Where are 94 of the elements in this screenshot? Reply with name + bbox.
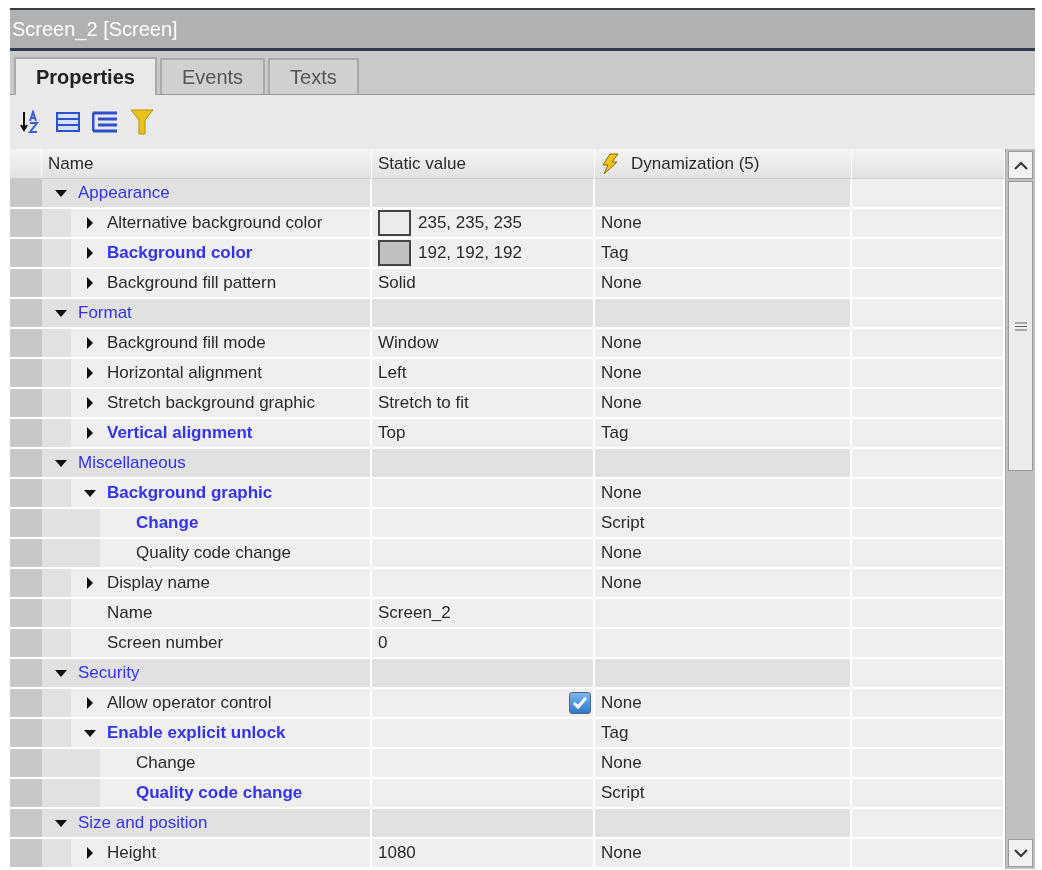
property-name: Quality code change xyxy=(136,542,291,565)
property-name: Stretch background graphic xyxy=(107,392,315,415)
column-header[interactable]: Static value xyxy=(372,149,595,179)
table-cell: Tag xyxy=(595,239,852,269)
row-header[interactable] xyxy=(10,389,42,419)
column-header[interactable]: Dynamization (5) xyxy=(595,149,852,179)
property-name: Allow operator control xyxy=(107,692,272,715)
row-header[interactable] xyxy=(10,209,42,239)
static-value: 192, 192, 192 xyxy=(418,242,522,265)
panel-icon[interactable] xyxy=(56,112,80,132)
table-cell: None xyxy=(595,359,852,389)
property-name: Screen number xyxy=(107,632,224,655)
category-label: Security xyxy=(78,662,140,685)
table-cell: Script xyxy=(595,779,852,809)
color-swatch[interactable] xyxy=(378,240,411,266)
row-header[interactable] xyxy=(10,419,42,449)
property-name: Background fill pattern xyxy=(107,272,277,295)
table-cell: None xyxy=(595,749,852,779)
property-name: Name xyxy=(107,602,153,625)
row-header[interactable] xyxy=(10,539,42,569)
property-name: Horizontal alignment xyxy=(107,362,262,385)
list-icon[interactable] xyxy=(92,111,118,133)
lightning-icon xyxy=(601,152,619,175)
table-cell: Tag xyxy=(595,419,852,449)
property-name: Display name xyxy=(107,572,210,595)
row-header[interactable] xyxy=(10,329,42,359)
property-name: Quality code change xyxy=(136,782,303,805)
category-label: Miscellaneous xyxy=(78,452,186,475)
table-cell: None xyxy=(595,269,852,299)
property-name: Change xyxy=(136,512,199,535)
table-cell: None xyxy=(595,569,852,599)
row-header[interactable] xyxy=(10,599,42,629)
row-header[interactable] xyxy=(10,449,42,479)
property-name: Vertical alignment xyxy=(107,422,253,445)
row-header[interactable] xyxy=(10,239,42,269)
table-cell: None xyxy=(595,839,852,869)
property-name: Background color xyxy=(107,242,253,265)
corner-header xyxy=(10,149,42,179)
chevron-up-icon xyxy=(1013,160,1028,170)
row-header[interactable] xyxy=(10,269,42,299)
table-cell: Screen_2 xyxy=(372,599,595,629)
property-name: Background graphic xyxy=(107,482,273,505)
row-header[interactable] xyxy=(10,839,42,869)
row-header[interactable] xyxy=(10,479,42,509)
tab[interactable]: Events xyxy=(159,58,266,94)
row-header[interactable] xyxy=(10,629,42,659)
table-cell: Script xyxy=(595,509,852,539)
color-swatch[interactable] xyxy=(378,210,411,236)
scrollbar-thumb[interactable] xyxy=(1008,181,1033,471)
row-header[interactable] xyxy=(10,509,42,539)
row-header[interactable] xyxy=(10,299,42,329)
scroll-down-button[interactable] xyxy=(1008,839,1033,867)
window-title: Screen_2 [Screen] xyxy=(12,17,178,43)
checkbox[interactable] xyxy=(569,692,591,714)
tab[interactable]: Properties xyxy=(14,57,157,95)
table-cell: Stretch to fit xyxy=(372,389,595,419)
scrollbar[interactable] xyxy=(1005,149,1035,869)
property-name: Change xyxy=(136,752,196,775)
scroll-up-button[interactable] xyxy=(1008,151,1033,179)
table-cell: None xyxy=(595,479,852,509)
row-header[interactable] xyxy=(10,779,42,809)
category-label: Size and position xyxy=(78,812,208,835)
chevron-down-icon xyxy=(1013,848,1028,858)
table-cell: None xyxy=(595,389,852,419)
table-cell: 1080 xyxy=(372,839,595,869)
table-cell: 0 xyxy=(372,629,595,659)
table-cell: Tag xyxy=(595,719,852,749)
table-cell: Window xyxy=(372,329,595,359)
table-cell: None xyxy=(595,329,852,359)
row-header[interactable] xyxy=(10,809,42,839)
table-cell: None xyxy=(595,539,852,569)
row-header[interactable] xyxy=(10,659,42,689)
row-header[interactable] xyxy=(10,179,42,209)
property-name: Height xyxy=(107,842,157,865)
table-cell: Top xyxy=(372,419,595,449)
row-header[interactable] xyxy=(10,359,42,389)
tab[interactable]: Texts xyxy=(268,58,359,94)
table-cell: None xyxy=(595,689,852,719)
row-header[interactable] xyxy=(10,719,42,749)
property-name: Alternative background color xyxy=(107,212,323,235)
property-name: Enable explicit unlock xyxy=(107,722,286,745)
filter-icon[interactable] xyxy=(130,109,154,135)
table-cell: None xyxy=(595,209,852,239)
property-name: Background fill mode xyxy=(107,332,266,355)
row-header[interactable] xyxy=(10,569,42,599)
column-header[interactable]: Name xyxy=(42,149,372,179)
category-label: Appearance xyxy=(78,182,170,205)
category-label: Format xyxy=(78,302,132,325)
table-cell: Solid xyxy=(372,269,595,299)
row-header[interactable] xyxy=(10,689,42,719)
table-cell: Left xyxy=(372,359,595,389)
static-value: 235, 235, 235 xyxy=(418,212,522,235)
row-header[interactable] xyxy=(10,749,42,779)
grip-icon xyxy=(1014,321,1027,331)
